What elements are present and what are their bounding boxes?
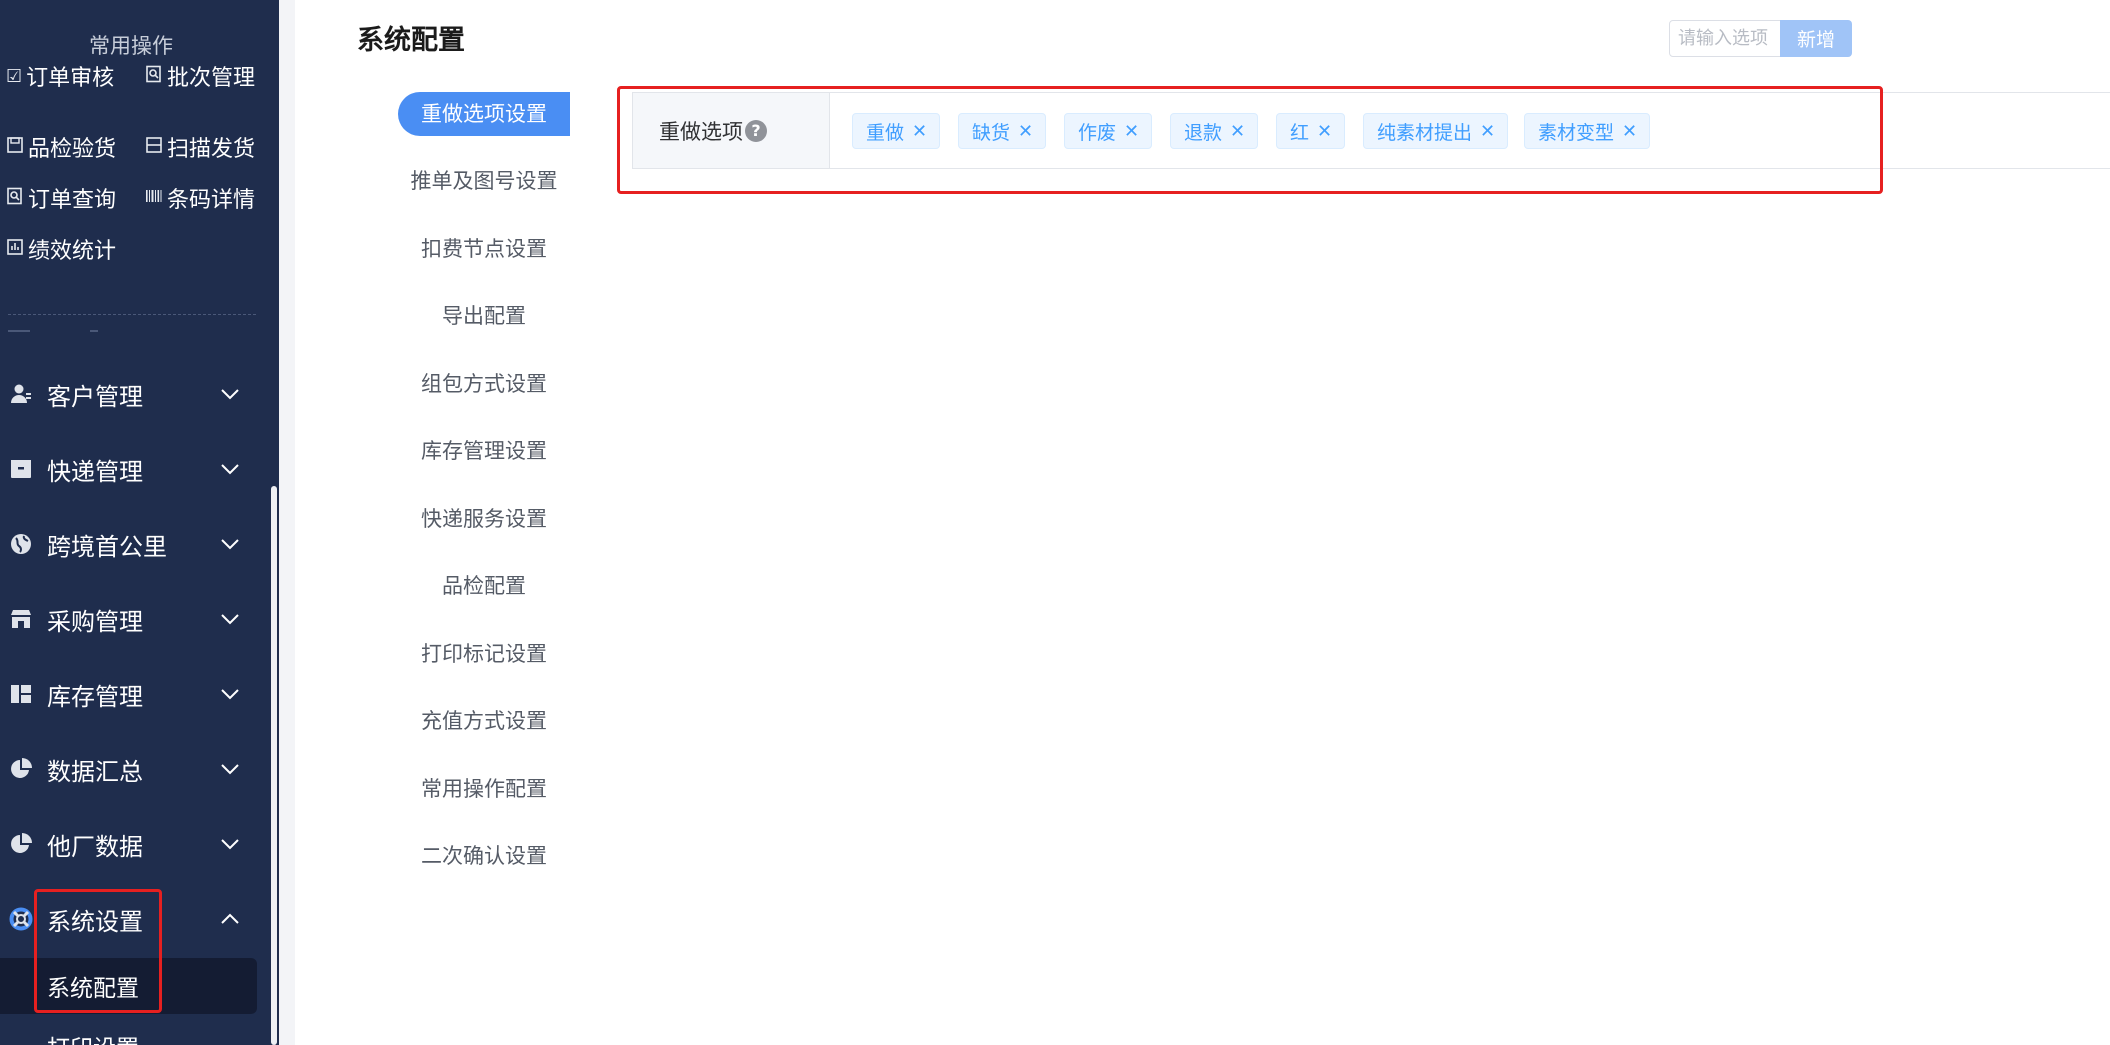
menu-item-customer-management[interactable]: 客户管理: [0, 364, 262, 424]
menu-item-cross-border[interactable]: 跨境首公里: [0, 514, 262, 574]
sidebar: 常用操作 ☑ 订单审核 批次管理 品检验货 扫描发货 订单查询 条码详情 绩效统…: [0, 0, 279, 1045]
quick-item-batch-management[interactable]: 批次管理: [145, 60, 255, 92]
option-tag: 纯素材提出 ✕: [1363, 113, 1509, 149]
submenu-item-system-config[interactable]: 系统配置: [0, 958, 257, 1014]
redo-options-label: 重做选项 ?: [633, 93, 830, 168]
settings-tab-express-service[interactable]: 快递服务设置: [398, 497, 570, 541]
submenu-item-print-settings[interactable]: 打印设置: [0, 1018, 257, 1045]
settings-tab-second-confirm[interactable]: 二次确认设置: [398, 834, 570, 878]
close-icon[interactable]: ✕: [1622, 121, 1637, 142]
option-tag: 退款 ✕: [1170, 113, 1259, 149]
globe-icon: [9, 532, 33, 556]
pie-chart-icon: [9, 757, 33, 781]
chevron-down-icon: [219, 758, 241, 780]
redo-options-row: 重做选项 ? 重做 ✕ 缺货 ✕ 作废 ✕ 退款 ✕ 红 ✕ 纯素材提出 ✕ 素材变型 ✕: [632, 92, 2110, 169]
menu-item-inventory-management[interactable]: 库存管理: [0, 664, 262, 724]
close-icon[interactable]: ✕: [1018, 121, 1033, 142]
settings-tab-export-config[interactable]: 导出配置: [398, 294, 570, 338]
scan-icon: [145, 136, 163, 159]
settings-tab-redo-options[interactable]: 重做选项设置: [398, 92, 570, 136]
menu-item-other-factory-data[interactable]: 他厂数据: [0, 814, 262, 874]
barcode-icon: [145, 187, 163, 210]
chevron-down-icon: [219, 533, 241, 555]
menu-item-express-management[interactable]: 快递管理: [0, 439, 262, 499]
menu-item-data-summary[interactable]: 数据汇总: [0, 739, 262, 799]
sidebar-fragment: [90, 330, 98, 332]
new-option-input[interactable]: [1669, 20, 1781, 57]
user-icon: [9, 382, 33, 406]
page-title: 系统配置: [357, 25, 465, 56]
chart-icon: [6, 238, 24, 261]
store-icon: [9, 607, 33, 631]
chevron-down-icon: [219, 608, 241, 630]
package-icon: [9, 457, 33, 481]
quick-item-scan-ship[interactable]: 扫描发货: [145, 131, 255, 163]
sidebar-fragment: [8, 330, 30, 332]
doc-search-icon: [145, 65, 163, 88]
quick-item-barcode-details[interactable]: 条码详情: [145, 182, 255, 214]
option-tag: 重做 ✕: [852, 113, 941, 149]
settings-tab-common-operations[interactable]: 常用操作配置: [398, 767, 570, 811]
option-tag: 作废 ✕: [1064, 113, 1153, 149]
settings-tab-packaging-method[interactable]: 组包方式设置: [398, 362, 570, 406]
quick-item-order-review[interactable]: ☑ 订单审核: [6, 60, 114, 92]
settings-tab-push-order[interactable]: 推单及图号设置: [398, 159, 570, 203]
settings-tab-print-mark[interactable]: 打印标记设置: [398, 632, 570, 676]
menu-item-purchase-management[interactable]: 采购管理: [0, 589, 262, 649]
chevron-down-icon: [219, 683, 241, 705]
sidebar-scrollbar[interactable]: [271, 486, 277, 1045]
close-icon[interactable]: ✕: [912, 121, 927, 142]
warehouse-icon: [9, 682, 33, 706]
chevron-down-icon: [219, 383, 241, 405]
quick-item-order-query[interactable]: 订单查询: [6, 182, 116, 214]
quick-actions-title: 常用操作: [89, 34, 173, 58]
settings-tab-inventory-settings[interactable]: 库存管理设置: [398, 429, 570, 473]
sidebar-divider: [8, 314, 256, 315]
quick-item-performance-stats[interactable]: 绩效统计: [6, 233, 116, 265]
lifebuoy-icon: [9, 907, 33, 931]
option-tag: 素材变型 ✕: [1524, 113, 1651, 149]
checkbox-icon: ☑: [6, 65, 23, 87]
quick-item-quality-check[interactable]: 品检验货: [6, 131, 116, 163]
option-tag: 缺货 ✕: [958, 113, 1047, 149]
redo-options-tags: 重做 ✕ 缺货 ✕ 作废 ✕ 退款 ✕ 红 ✕ 纯素材提出 ✕ 素材变型 ✕: [830, 93, 2110, 168]
chevron-down-icon: [219, 833, 241, 855]
close-icon[interactable]: ✕: [1230, 121, 1245, 142]
add-option-button[interactable]: 新增: [1780, 20, 1852, 57]
menu-item-system-settings[interactable]: 系统设置: [0, 889, 262, 949]
help-icon[interactable]: ?: [745, 119, 767, 142]
chevron-up-icon: [219, 908, 241, 930]
close-icon[interactable]: ✕: [1124, 121, 1139, 142]
option-tag: 红 ✕: [1276, 113, 1346, 149]
settings-tab-quality-check[interactable]: 品检配置: [398, 564, 570, 608]
settings-tab-recharge-method[interactable]: 充值方式设置: [398, 699, 570, 743]
close-icon[interactable]: ✕: [1317, 121, 1332, 142]
close-icon[interactable]: ✕: [1480, 121, 1495, 142]
save-icon: [6, 136, 24, 159]
settings-tab-deduction-node[interactable]: 扣费节点设置: [398, 227, 570, 271]
doc-search-icon: [6, 187, 24, 210]
chevron-down-icon: [219, 458, 241, 480]
pie-chart-icon: [9, 832, 33, 856]
